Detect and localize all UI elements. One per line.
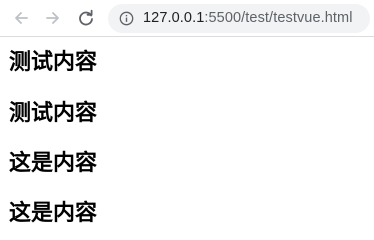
arrow-left-icon [15, 12, 28, 24]
url-text[interactable]: 127.0.0.1:5500/test/testvue.html [143, 10, 353, 27]
url-host: 127.0.0.1 [143, 10, 205, 26]
info-icon[interactable] [119, 11, 134, 26]
reload-icon [79, 9, 93, 26]
back-button[interactable] [10, 7, 32, 29]
content-heading: 测试内容 [9, 50, 98, 75]
forward-button[interactable] [42, 7, 64, 29]
content-heading: 这是内容 [9, 151, 98, 176]
content-heading: 这是内容 [9, 201, 98, 226]
address-bar[interactable]: 127.0.0.1:5500/test/testvue.html [108, 4, 370, 33]
arrow-right-icon [46, 12, 59, 24]
browser-toolbar: 127.0.0.1:5500/test/testvue.html [0, 0, 374, 37]
reload-button[interactable] [75, 7, 97, 29]
content-heading: 测试内容 [9, 101, 98, 126]
url-path: :5500/test/testvue.html [204, 10, 353, 26]
